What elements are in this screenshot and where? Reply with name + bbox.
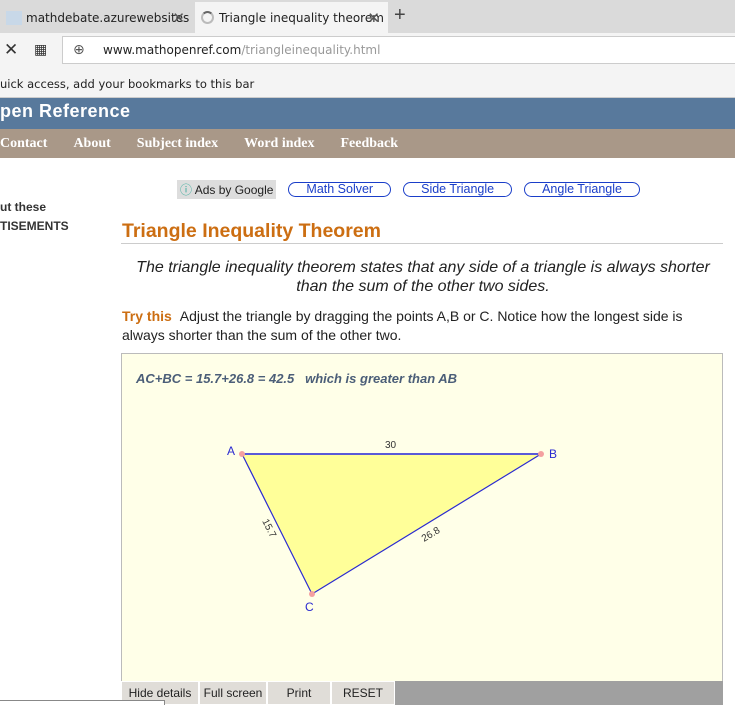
point-c-handle[interactable] (309, 591, 315, 597)
full-screen-button[interactable]: Full screen (199, 681, 267, 705)
triangle-fill (242, 454, 541, 594)
label-b: B (549, 447, 557, 461)
print-button[interactable]: Print (267, 681, 331, 705)
length-ab: 30 (385, 440, 397, 451)
label-a: A (227, 444, 235, 458)
status-popup (0, 700, 165, 705)
applet-toolbar: Hide details Full screen Print RESET (121, 681, 723, 705)
triangle-diagram: A B C 30 15.7 26.8 (227, 440, 557, 614)
point-a-handle[interactable] (239, 451, 245, 457)
reset-button[interactable]: RESET (331, 681, 395, 705)
point-b-handle[interactable] (538, 451, 544, 457)
length-bc: 26.8 (420, 525, 443, 545)
label-c: C (305, 600, 314, 614)
